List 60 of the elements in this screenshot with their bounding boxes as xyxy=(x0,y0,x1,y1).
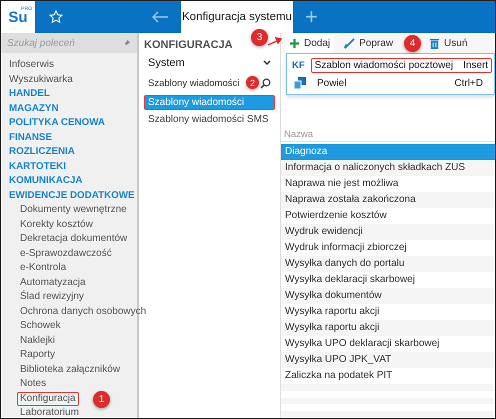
table-row[interactable]: Potwierdzenie kosztów xyxy=(281,208,495,224)
sidebar-item[interactable]: Ślad rewizyjny xyxy=(17,290,87,304)
panel-title: KONFIGURACJA xyxy=(144,38,234,51)
sidebar-item[interactable]: Schowek xyxy=(17,319,64,334)
table-row[interactable]: Wysyłka danych do portalu xyxy=(281,256,495,272)
table-row[interactable]: Wysyłka UPO deklaracji skarbowej xyxy=(281,336,495,352)
kf-label: KF xyxy=(292,60,305,70)
brush-icon xyxy=(344,38,356,48)
tab[interactable]: Konfiguracja systemu xyxy=(181,1,293,33)
sidebar-section[interactable]: FINANSE xyxy=(9,130,137,145)
sidebar-section[interactable]: ROZLICZENIA xyxy=(9,145,137,160)
sidebar-item[interactable]: Wyszukiwarka xyxy=(9,72,137,87)
arrow-icon xyxy=(267,37,283,47)
sidebar-item[interactable]: Naklejki xyxy=(17,334,58,348)
table-row[interactable]: Wysyłka raportu akcji xyxy=(281,320,495,336)
chevron-down-icon xyxy=(263,60,271,66)
sidebar-section[interactable]: POLITYKA CENOWA xyxy=(9,116,137,130)
sidebar-item[interactable]: e-Kontrola xyxy=(17,261,70,276)
menu-item[interactable]: Powiel Ctrl+D xyxy=(287,74,494,92)
table-row[interactable]: Wysyłka UPO JPK_VAT xyxy=(281,352,495,368)
sidebar-item[interactable]: Dekretacja dokumentów xyxy=(17,232,130,246)
sidebar-item[interactable]: Korekty kosztów xyxy=(17,218,96,232)
sidebar-section[interactable]: KOMUNIKACJA xyxy=(9,174,137,188)
sidebar-item[interactable]: Dokumenty wewnętrzne xyxy=(17,203,130,218)
callout-badge: 4 xyxy=(404,35,422,52)
sidebar-section[interactable]: MAGAZYN xyxy=(9,102,137,116)
copy-icon xyxy=(294,77,306,89)
trash-icon xyxy=(429,38,440,48)
table-row[interactable]: Wydruk informacji zbiorczej xyxy=(281,240,495,256)
table-row[interactable]: Wysyłka raportu akcji xyxy=(281,304,495,320)
sidebar-item[interactable]: e-Sprawozdawczość xyxy=(17,246,115,261)
table-row[interactable]: Wydruk ewidencji xyxy=(281,224,495,240)
sidebar-section[interactable]: HANDEL xyxy=(9,87,137,102)
sidebar-section[interactable]: EWIDENCJE DODATKOWE xyxy=(9,188,137,203)
sidebar-item[interactable]: Laboratorium xyxy=(17,406,82,418)
star-icon[interactable] xyxy=(49,10,63,24)
search-icon xyxy=(260,78,271,88)
sidebar-section[interactable]: KARTOTEKI xyxy=(9,160,137,174)
table-row[interactable]: Wysyłka dokumentów xyxy=(281,288,495,304)
plus-icon xyxy=(289,38,300,48)
sidebar-item[interactable]: Raporty xyxy=(17,348,58,362)
callout-badge: 2 xyxy=(246,76,259,89)
sidebar-item[interactable]: Infoserwis xyxy=(9,58,137,72)
callout-badge: 1 xyxy=(93,390,110,408)
logo: Su xyxy=(8,8,28,26)
toolbar-button[interactable]: Usuń xyxy=(425,33,472,53)
table-row[interactable]: Wysyłka deklaracji skarbowej xyxy=(281,272,495,288)
back-arrow-icon[interactable] xyxy=(151,11,169,23)
sidebar-item[interactable]: Notes xyxy=(17,377,50,392)
sidebar-item[interactable]: Konfiguracja xyxy=(17,392,79,406)
list-item[interactable]: Szablony wiadomości SMS xyxy=(144,112,275,127)
sidebar-item[interactable]: Ochrona danych osobowych xyxy=(17,304,150,319)
table-row[interactable]: Informacja o naliczonych składkach ZUS xyxy=(281,160,495,176)
sidebar-item[interactable]: Automatyzacja xyxy=(17,276,89,290)
sidebar-item[interactable]: Biblioteka załączników xyxy=(17,362,124,377)
table-row[interactable]: Naprawa nie jest możliwa xyxy=(281,176,495,192)
pin-icon[interactable] xyxy=(122,38,131,48)
table-row[interactable]: Zaliczka na podatek PIT xyxy=(281,368,495,384)
search-field[interactable]: Szukaj poleceń xyxy=(1,33,137,53)
table-row[interactable]: Naprawa została zakończona xyxy=(281,192,495,208)
